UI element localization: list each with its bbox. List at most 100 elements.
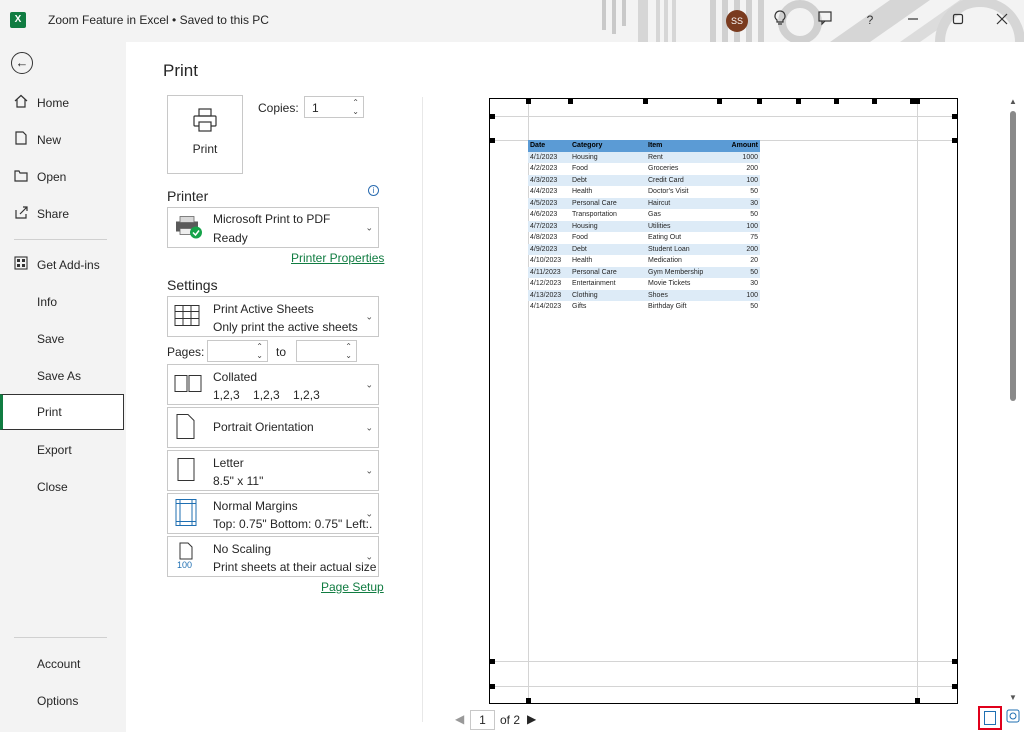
nav-home[interactable]: Home xyxy=(0,85,124,121)
previous-page-icon[interactable]: ◀ xyxy=(455,712,464,726)
scaling-select[interactable]: 100 No Scaling Print sheets at their act… xyxy=(167,536,379,577)
nav-open[interactable]: Open xyxy=(0,159,124,195)
nav-save[interactable]: Save xyxy=(0,321,124,357)
table-cell: Groceries xyxy=(648,165,679,173)
page-count-label: of 2 xyxy=(500,713,521,727)
help-icon[interactable]: ? xyxy=(860,10,880,30)
bottom-margin-line[interactable] xyxy=(490,661,957,662)
nav-export[interactable]: Export xyxy=(0,432,124,468)
margin-handle[interactable] xyxy=(952,138,957,143)
copies-stepper[interactable]: 1 ⌃ ⌄ xyxy=(304,96,364,118)
collation-select[interactable]: Collated 1,2,3 1,2,3 1,2,3 ⌄ xyxy=(167,364,379,405)
column-header: Item xyxy=(646,140,714,152)
margin-handle[interactable] xyxy=(834,99,839,104)
margin-handle[interactable] xyxy=(490,659,495,664)
paper-size-select[interactable]: Letter 8.5" x 11" ⌄ xyxy=(167,450,379,491)
page-setup-link[interactable]: Page Setup xyxy=(321,580,384,594)
nav-get-add-ins[interactable]: Get Add-ins xyxy=(0,247,124,283)
table-cell: 200 xyxy=(746,165,758,173)
preview-scrollbar[interactable]: ▲ ▼ xyxy=(1007,97,1019,707)
table-cell: 200 xyxy=(714,243,760,255)
user-avatar[interactable]: SS xyxy=(726,10,748,32)
table-cell: 4/9/2023 xyxy=(528,243,570,255)
nav-share[interactable]: Share xyxy=(0,196,124,232)
zoom-to-page-icon[interactable] xyxy=(1004,708,1022,726)
margins-select[interactable]: Normal Margins Top: 0.75" Bottom: 0.75" … xyxy=(167,493,379,534)
margins-icon xyxy=(174,498,198,529)
table-cell: Haircut xyxy=(646,197,714,209)
printer-icon xyxy=(193,108,217,132)
margin-handle[interactable] xyxy=(643,99,648,104)
margin-handle[interactable] xyxy=(526,99,531,104)
table-cell: Entertainment xyxy=(572,280,616,288)
table-cell: Housing xyxy=(570,220,646,232)
chevron-down-icon: ⌄ xyxy=(365,422,373,432)
margin-handle[interactable] xyxy=(717,99,722,104)
to-label: to xyxy=(276,345,287,359)
current-page-input[interactable]: 1 xyxy=(470,710,495,730)
nav-save-as[interactable]: Save As xyxy=(0,358,124,394)
table-cell: 30 xyxy=(714,197,760,209)
show-margins-icon xyxy=(984,711,996,725)
spin-arrows-icon[interactable]: ⌃ ⌄ xyxy=(352,98,359,116)
margin-handle[interactable] xyxy=(757,99,762,104)
nav-options[interactable]: Options xyxy=(0,683,124,719)
printer-select[interactable]: Microsoft Print to PDF Ready ⌄ xyxy=(167,207,379,248)
table-cell: Housing xyxy=(570,151,646,163)
orientation-select[interactable]: Portrait Orientation ⌄ xyxy=(167,407,379,448)
table-cell: Health xyxy=(572,257,593,265)
margin-handle[interactable] xyxy=(915,698,920,703)
nav-print[interactable]: Print xyxy=(0,394,124,430)
nav-separator xyxy=(14,637,107,638)
pages-to-stepper[interactable]: ⌃ ⌄ xyxy=(296,340,357,362)
scroll-thumb[interactable] xyxy=(1010,111,1016,401)
show-margins-button[interactable] xyxy=(978,706,1002,730)
margin-handle[interactable] xyxy=(568,99,573,104)
print-sheets-select[interactable]: Print Active Sheets Only print the activ… xyxy=(167,296,379,337)
margin-handle[interactable] xyxy=(490,138,495,143)
table-cell: Clothing xyxy=(570,289,646,301)
margin-handle[interactable] xyxy=(490,684,495,689)
margin-handle[interactable] xyxy=(526,698,531,703)
spin-arrows-icon[interactable]: ⌃ ⌄ xyxy=(345,342,352,360)
table-row: 4/10/2023 Health Medication 20 xyxy=(528,255,760,267)
top-header-margin-line[interactable] xyxy=(490,116,957,117)
spin-arrows-icon[interactable]: ⌃ ⌄ xyxy=(256,342,263,360)
info-icon[interactable]: i xyxy=(368,185,379,196)
bottom-footer-margin-line[interactable] xyxy=(490,686,957,687)
pages-from-stepper[interactable]: ⌃ ⌄ xyxy=(207,340,268,362)
margin-handle[interactable] xyxy=(952,684,957,689)
table-row: 4/11/2023 Personal Care Gym Membership 50 xyxy=(528,266,760,278)
minimize-icon[interactable] xyxy=(903,10,923,30)
margin-handle[interactable] xyxy=(915,99,920,104)
margin-handle[interactable] xyxy=(872,99,877,104)
nav-close[interactable]: Close xyxy=(0,469,124,505)
scroll-down-icon[interactable]: ▼ xyxy=(1009,693,1017,702)
nav-account[interactable]: Account xyxy=(0,646,124,682)
nav-info[interactable]: Info xyxy=(0,284,124,320)
lightbulb-icon[interactable] xyxy=(770,10,790,30)
nav-new[interactable]: New xyxy=(0,122,124,158)
back-arrow-icon[interactable]: ← xyxy=(11,52,33,74)
table-cell: Movie Tickets xyxy=(648,280,691,288)
table-row: 4/5/2023 Personal Care Haircut 30 xyxy=(528,197,760,209)
add-ins-icon xyxy=(12,247,30,283)
settings-section-title: Settings xyxy=(167,277,218,293)
margin-handle[interactable] xyxy=(796,99,801,104)
printer-properties-link[interactable]: Printer Properties xyxy=(291,251,384,265)
column-header: Category xyxy=(570,140,646,152)
portrait-page-icon xyxy=(174,413,196,442)
maximize-icon[interactable] xyxy=(948,10,968,30)
table-cell: 4/6/2023 xyxy=(530,211,558,219)
margin-handle[interactable] xyxy=(490,114,495,119)
print-button[interactable]: Print xyxy=(167,95,243,174)
margin-handle[interactable] xyxy=(952,659,957,664)
table-cell: Gym Membership xyxy=(646,266,714,278)
close-window-icon[interactable] xyxy=(992,10,1012,30)
margin-handle[interactable] xyxy=(952,114,957,119)
feedback-icon[interactable] xyxy=(815,10,835,30)
scroll-up-icon[interactable]: ▲ xyxy=(1009,97,1017,106)
right-margin-line[interactable] xyxy=(917,99,918,703)
next-page-icon[interactable]: ▶ xyxy=(527,712,536,726)
table-header-row: Date Category Item Amount xyxy=(528,140,760,152)
